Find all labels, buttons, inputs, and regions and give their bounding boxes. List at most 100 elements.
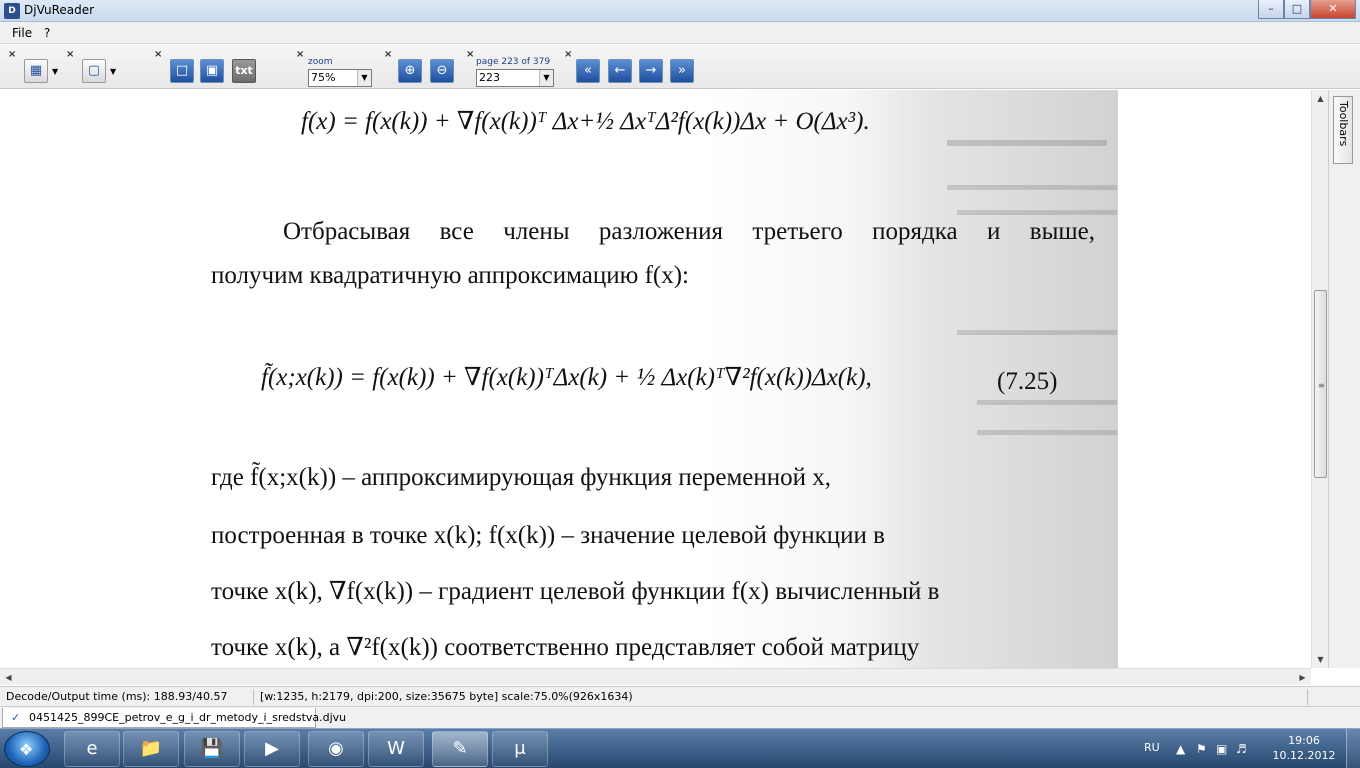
zoom-in-icon[interactable]: ⊕: [398, 59, 422, 83]
horizontal-scrollbar[interactable]: ◀ ▶: [0, 668, 1311, 685]
tray-flag-icon[interactable]: ⚑: [1196, 742, 1207, 756]
toolbars-tab-label: Toolbars: [1337, 101, 1350, 147]
chevron-down-icon[interactable]: ▼: [52, 67, 58, 76]
text-mode-button[interactable]: txt: [232, 59, 256, 83]
zoom-out-icon[interactable]: ⊖: [430, 59, 454, 83]
vertical-scrollbar[interactable]: ▲ ≡ ▼: [1311, 90, 1328, 668]
start-button[interactable]: ❖: [4, 731, 50, 767]
page-label: page 223 of 379: [476, 57, 551, 67]
select-area-icon[interactable]: □: [170, 59, 194, 83]
taskbar: ❖ e 📁 💾 ▶ ◉ W ✎ μ RU ▲ ⚑ ▣ ♬ 19:06 10.12…: [0, 728, 1360, 768]
scroll-left-icon[interactable]: ◀: [0, 669, 17, 686]
first-page-icon[interactable]: «: [576, 59, 600, 83]
close-toolbar-icon[interactable]: ×: [466, 49, 474, 60]
file-tab-bar: ✓ 0451425_899CE_petrov_e_g_i_dr_metody_i…: [0, 706, 1360, 728]
scroll-down-icon[interactable]: ▼: [1312, 651, 1329, 668]
taskbar-explorer-icon[interactable]: 📁: [123, 731, 179, 767]
taskbar-utorrent-icon[interactable]: μ: [492, 731, 548, 767]
bleed-through-mark: [957, 330, 1117, 335]
zoom-value: 75%: [311, 71, 336, 84]
paragraph-line: получим квадратичную аппроксимацию f(x):: [211, 262, 689, 289]
language-indicator[interactable]: RU: [1144, 741, 1160, 754]
paragraph-line: где f̃(x;x(k)) – аппроксимирующая функци…: [211, 464, 832, 491]
layout-icon[interactable]: ▦: [24, 59, 48, 83]
tray-network-icon[interactable]: ▣: [1216, 742, 1227, 756]
window-title: DjVuReader: [24, 3, 95, 17]
document-view[interactable]: f(x) = f(x(k)) + ∇f(x(k))ᵀ Δx+½ ΔxᵀΔ²f(x…: [0, 90, 1311, 668]
paragraph-line: точке x(k), а ∇²f(x(k)) соответственно п…: [211, 634, 920, 661]
maximize-button[interactable]: □: [1284, 0, 1310, 19]
menu-bar: File ?: [0, 22, 1360, 44]
page-view-icon[interactable]: ▢: [82, 59, 106, 83]
menu-file[interactable]: File: [12, 26, 32, 40]
scroll-right-icon[interactable]: ▶: [1294, 669, 1311, 686]
taskbar-djvureader-icon[interactable]: ✎: [432, 731, 488, 767]
taskbar-save-icon[interactable]: 💾: [184, 731, 240, 767]
chevron-down-icon[interactable]: ▼: [110, 67, 116, 76]
paragraph-line: построенная в точке x(k); f(x(k)) – знач…: [211, 522, 885, 549]
taskbar-media-player-icon[interactable]: ▶: [244, 731, 300, 767]
toolbars-tab[interactable]: Toolbars: [1333, 96, 1353, 164]
close-toolbar-icon[interactable]: ×: [8, 49, 16, 60]
bleed-through-mark: [977, 430, 1117, 435]
toolbar-group-zoom: × zoom 75% ▼: [296, 49, 380, 87]
decode-time: Decode/Output time (ms): 188.93/40.57: [2, 689, 254, 705]
paragraph-line: точке x(k), ∇f(x(k)) – градиент целевой …: [211, 578, 940, 605]
taskbar-chrome-icon[interactable]: ◉: [308, 731, 364, 767]
toolbar-group-page: × ▢ ▼: [66, 49, 126, 85]
page-value: 223: [479, 71, 500, 84]
menu-help[interactable]: ?: [44, 26, 50, 40]
system-tray: RU ▲ ⚑ ▣ ♬ 19:06 10.12.2012: [1140, 729, 1360, 768]
chevron-down-icon[interactable]: ▼: [539, 70, 553, 86]
prev-page-icon[interactable]: ←: [608, 59, 632, 83]
taskbar-word-icon[interactable]: W: [368, 731, 424, 767]
toolbar-group-zoom-buttons: × ⊕ ⊖: [384, 49, 464, 85]
paragraph-line: Отбрасывая все члены разложения третьего…: [283, 218, 1095, 245]
scrollbar-thumb[interactable]: ≡: [1314, 290, 1327, 478]
tray-expand-icon[interactable]: ▲: [1176, 742, 1185, 756]
zoom-select[interactable]: 75% ▼: [308, 69, 372, 87]
file-tab[interactable]: ✓ 0451425_899CE_petrov_e_g_i_dr_metody_i…: [2, 708, 346, 728]
image-icon[interactable]: ▣: [200, 59, 224, 83]
bleed-through-mark: [947, 140, 1107, 146]
document-page: f(x) = f(x(k)) + ∇f(x(k))ᵀ Δx+½ ΔxᵀΔ²f(x…: [197, 90, 1118, 668]
tray-volume-icon[interactable]: ♬: [1236, 742, 1247, 756]
close-toolbar-icon[interactable]: ×: [564, 49, 572, 60]
bleed-through-mark: [947, 185, 1117, 190]
document-icon: ✓: [11, 711, 21, 724]
next-page-icon[interactable]: →: [639, 59, 663, 83]
toolbar: × ▦ ▼ × ▢ ▼ × □ ▣ txt × zoom 75% ▼ × ⊕ ⊖…: [0, 45, 1360, 89]
clock-date[interactable]: 10.12.2012: [1272, 749, 1336, 762]
windows-logo-icon: ❖: [19, 740, 34, 759]
clock-time[interactable]: 19:06: [1272, 734, 1336, 747]
side-panel: Toolbars: [1328, 90, 1360, 668]
toolbar-group-tools: × □ ▣ txt: [154, 49, 264, 85]
show-desktop-button[interactable]: [1346, 729, 1360, 768]
zoom-label: zoom: [308, 57, 333, 67]
close-toolbar-icon[interactable]: ×: [66, 49, 74, 60]
toolbar-group-navigation: × « ← → »: [564, 49, 700, 85]
bleed-through-mark: [957, 210, 1117, 215]
djvu-app-icon: D: [4, 3, 20, 19]
toolbar-group-layout: × ▦ ▼: [8, 49, 68, 85]
file-tab-name: 0451425_899CE_petrov_e_g_i_dr_metody_i_s…: [29, 711, 347, 724]
close-toolbar-icon[interactable]: ×: [296, 49, 304, 60]
taskbar-ie-icon[interactable]: e: [64, 731, 120, 767]
status-bar: Decode/Output time (ms): 188.93/40.57 [w…: [0, 686, 1360, 706]
window-controls: – □ ✕: [1258, 0, 1356, 19]
page-select[interactable]: 223 ▼: [476, 69, 554, 87]
equation-number: (7.25): [997, 368, 1058, 395]
minimize-button[interactable]: –: [1258, 0, 1284, 19]
title-bar: D DjVuReader – □ ✕: [0, 0, 1360, 22]
last-page-icon[interactable]: »: [670, 59, 694, 83]
formula-quadratic: f̃(x;x(k)) = f(x(k)) + ∇f(x(k))ᵀΔx(k) + …: [261, 364, 872, 391]
close-toolbar-icon[interactable]: ×: [154, 49, 162, 60]
chevron-down-icon[interactable]: ▼: [357, 70, 371, 86]
bleed-through-mark: [977, 400, 1117, 405]
page-info: [w:1235, h:2179, dpi:200, size:35675 byt…: [256, 689, 1308, 705]
close-toolbar-icon[interactable]: ×: [384, 49, 392, 60]
grip-icon: ≡: [1318, 381, 1325, 390]
scroll-up-icon[interactable]: ▲: [1312, 90, 1329, 107]
close-button[interactable]: ✕: [1310, 0, 1356, 19]
formula-taylor: f(x) = f(x(k)) + ∇f(x(k))ᵀ Δx+½ ΔxᵀΔ²f(x…: [301, 108, 870, 135]
